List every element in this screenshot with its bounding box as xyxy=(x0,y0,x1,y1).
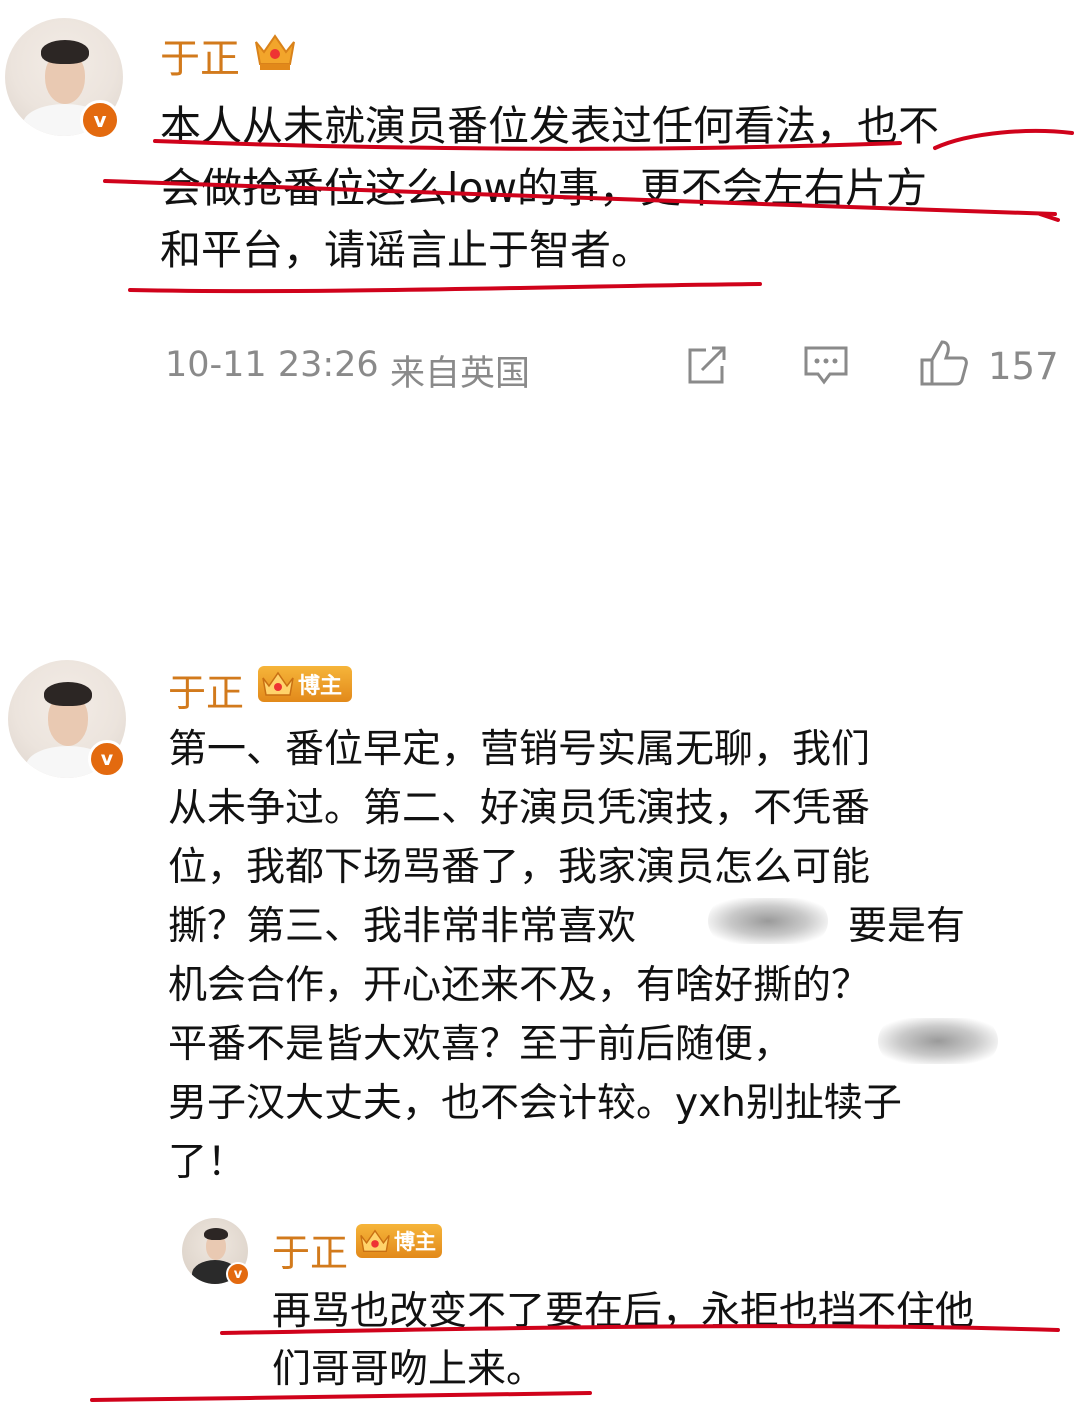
post-line: 本人从未就演员番位发表过任何看法，也不 xyxy=(160,102,939,150)
blogger-badge-label: 博主 xyxy=(298,674,343,699)
like-icon[interactable] xyxy=(918,338,970,388)
share-icon[interactable] xyxy=(684,344,730,388)
comment-line: 要是有 xyxy=(848,904,966,949)
reply-author-name[interactable]: 于正 xyxy=(272,1222,348,1277)
post-body: 本人从未就演员番位发表过任何看法，也不 会做抢番位这么low的事，更不会左右片方… xyxy=(160,92,1060,282)
blogger-badge-label: 博主 xyxy=(394,1230,436,1254)
comment-line: 平番不是皆大欢喜？至于前后随便， xyxy=(168,1022,793,1067)
comment-line: 撕？第三、我非常非常喜欢 xyxy=(168,904,637,949)
red-underline xyxy=(128,282,762,294)
verified-badge: v xyxy=(226,1262,250,1286)
blogger-badge: 博主 xyxy=(258,666,352,702)
comment-line: 位，我都下场骂番了，我家演员怎么可能 xyxy=(168,845,871,890)
blurred-name xyxy=(708,898,828,944)
post-line: 和平台，请谣言止于智者。 xyxy=(160,226,652,274)
crown-icon xyxy=(262,671,294,696)
comment-line: 从未争过。第二、好演员凭演技，不凭番 xyxy=(168,786,871,831)
blurred-name xyxy=(878,1018,998,1064)
verified-badge: v xyxy=(80,100,120,140)
comment-line: 男子汉大丈夫，也不会计较。yxh别扯犊子 xyxy=(168,1081,902,1126)
post-time: 10-11 23:26 xyxy=(165,345,379,385)
comment-author-name[interactable]: 于正 xyxy=(168,662,244,717)
post-author-name[interactable]: 于正 xyxy=(160,26,240,84)
comment-line: 第一、番位早定，营销号实属无聊，我们 xyxy=(168,727,871,772)
crown-icon xyxy=(255,34,295,70)
comment-body: 第一、番位早定，营销号实属无聊，我们 从未争过。第二、好演员凭演技，不凭番 位，… xyxy=(168,718,1048,1188)
comment-line: 了！ xyxy=(168,1140,247,1185)
post-location: 来自英国 xyxy=(390,354,531,394)
comment-icon[interactable] xyxy=(802,344,850,388)
post-line: 会做抢番位这么low的事，更不会左右片方 xyxy=(160,164,928,212)
reply-line: 再骂也改变不了要在后，永拒也挡不住他 xyxy=(272,1289,975,1334)
like-count: 157 xyxy=(988,345,1059,388)
reply-line: 们哥哥吻上来。 xyxy=(272,1347,546,1392)
reply-body: 再骂也改变不了要在后，永拒也挡不住他 们哥哥吻上来。 xyxy=(272,1280,1062,1400)
verified-badge: v xyxy=(88,740,126,778)
blogger-badge: 博主 xyxy=(356,1224,442,1258)
comment-line: 机会合作，开心还来不及，有啥好撕的？ xyxy=(168,963,871,1008)
crown-icon xyxy=(360,1229,390,1253)
